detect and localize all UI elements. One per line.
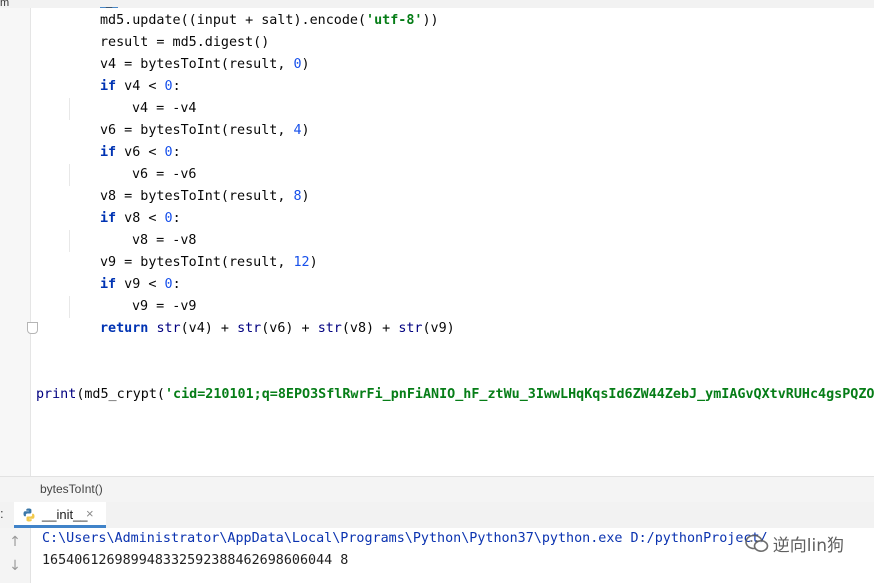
code-line[interactable]: if v4 < 0:	[100, 76, 181, 98]
code-line[interactable]: v9 = bytesToInt(result, 12)	[100, 252, 318, 274]
code-line[interactable]: print(md5_crypt('cid=210101;q=8EPO3SflRw…	[36, 384, 874, 406]
code-token: 0	[164, 79, 173, 94]
code-token: 8	[293, 189, 302, 204]
code-token: )	[309, 255, 318, 270]
code-token: (v4) +	[180, 321, 238, 336]
code-token: v9 <	[116, 277, 165, 292]
arrow-down-icon[interactable]: ↓	[9, 558, 21, 574]
code-token: :	[172, 277, 181, 292]
run-label-prefix: :	[0, 506, 4, 521]
run-tab-bar: : __init__ ×	[0, 502, 874, 529]
code-token: str	[398, 321, 423, 336]
editor-gutter	[0, 8, 31, 476]
code-token: v4 <	[116, 79, 165, 94]
indent-guide	[69, 296, 70, 318]
code-token: 0	[164, 145, 173, 160]
code-token: v6 <	[116, 145, 165, 160]
watermark-text: 逆向lin狗	[772, 536, 844, 556]
code-token: v4 = bytesToInt(result,	[100, 57, 294, 72]
editor-tab-partial-1[interactable]: m	[0, 0, 9, 8]
code-token: 'cid=210101;q=8EPO3SflRwrFi_pnFiANIO_hF_…	[165, 387, 874, 402]
console-command-line: C:\Users\Administrator\AppData\Local\Pro…	[42, 531, 768, 546]
code-token: v6 = -v6	[132, 167, 197, 182]
code-token: str	[156, 321, 181, 336]
code-token: if	[100, 277, 117, 292]
code-token: v8 = bytesToInt(result,	[100, 189, 294, 204]
code-token: str	[237, 321, 262, 336]
breadcrumb-function[interactable]: bytesToInt()	[40, 482, 103, 496]
code-token: (v8) +	[341, 321, 399, 336]
code-token: 0	[164, 211, 173, 226]
code-line[interactable]: v4 = bytesToInt(result, 0)	[100, 54, 310, 76]
code-token: if	[100, 79, 117, 94]
code-token: )	[301, 189, 310, 204]
editor-tab-strip: m _	[0, 0, 874, 8]
code-token: if	[100, 145, 117, 160]
indent-guide	[69, 98, 70, 120]
python-icon	[23, 508, 35, 522]
breadcrumb: bytesToInt()	[0, 476, 874, 503]
watermark: 逆向lin狗	[744, 531, 844, 556]
run-tab-init[interactable]: __init__ ×	[14, 502, 106, 528]
code-token: if	[100, 211, 117, 226]
code-line[interactable]: if v8 < 0:	[100, 208, 181, 230]
code-token: )	[301, 123, 310, 138]
console-toolbar: ↑ ↓	[0, 528, 31, 583]
code-token: v9 = -v9	[132, 299, 197, 314]
code-token: (md5_crypt(	[76, 387, 165, 402]
code-token: 12	[293, 255, 310, 270]
code-token: md5.update((input + salt).encode(	[100, 13, 367, 28]
wechat-bubble-icon	[744, 534, 769, 552]
code-token: str	[317, 321, 342, 336]
code-line[interactable]: result = md5.digest()	[100, 32, 269, 54]
code-token: print	[36, 387, 77, 402]
indent-guide	[69, 230, 70, 252]
console-output-line: 165406126989948332592388462698606044 8	[42, 553, 349, 568]
code-line[interactable]: v8 = -v8	[132, 230, 197, 252]
code-token: :	[172, 79, 181, 94]
code-token: ))	[422, 13, 439, 28]
code-token: :	[172, 145, 181, 160]
code-line[interactable]: return str(v4) + str(v6) + str(v8) + str…	[100, 318, 455, 340]
code-line[interactable]: v9 = -v9	[132, 296, 197, 318]
code-token: 4	[293, 123, 302, 138]
code-line[interactable]: v6 = bytesToInt(result, 4)	[100, 120, 310, 142]
indent-guide	[69, 164, 70, 186]
close-icon[interactable]: ×	[86, 506, 94, 521]
editor-tab-partial-2[interactable]: _	[100, 0, 119, 8]
code-token: return	[100, 321, 149, 336]
code-line[interactable]: md5.update((input + salt).encode('utf-8'…	[100, 10, 439, 32]
code-token: 'utf-8'	[366, 13, 423, 28]
code-token: 0	[164, 277, 173, 292]
code-line[interactable]: v6 = -v6	[132, 164, 197, 186]
code-token: (v9)	[422, 321, 455, 336]
arrow-up-icon[interactable]: ↑	[9, 534, 21, 550]
code-line[interactable]: if v9 < 0:	[100, 274, 181, 296]
code-token: result = md5.digest()	[100, 35, 270, 50]
code-token: v8 = -v8	[132, 233, 197, 248]
run-tab-label: __init__	[42, 507, 88, 522]
code-line[interactable]: if v6 < 0:	[100, 142, 181, 164]
code-token: v8 <	[116, 211, 165, 226]
code-token: :	[172, 211, 181, 226]
code-token: (v6) +	[261, 321, 318, 336]
code-token: v6 = bytesToInt(result,	[100, 123, 294, 138]
code-token: 0	[293, 57, 302, 72]
code-line[interactable]: v8 = bytesToInt(result, 8)	[100, 186, 310, 208]
code-token: v4 = -v4	[132, 101, 197, 116]
code-line[interactable]: v4 = -v4	[132, 98, 197, 120]
code-token: )	[301, 57, 310, 72]
code-token: v9 = bytesToInt(result,	[100, 255, 294, 270]
code-editor[interactable]: md5.update((input + salt).encode('utf-8'…	[31, 8, 874, 476]
